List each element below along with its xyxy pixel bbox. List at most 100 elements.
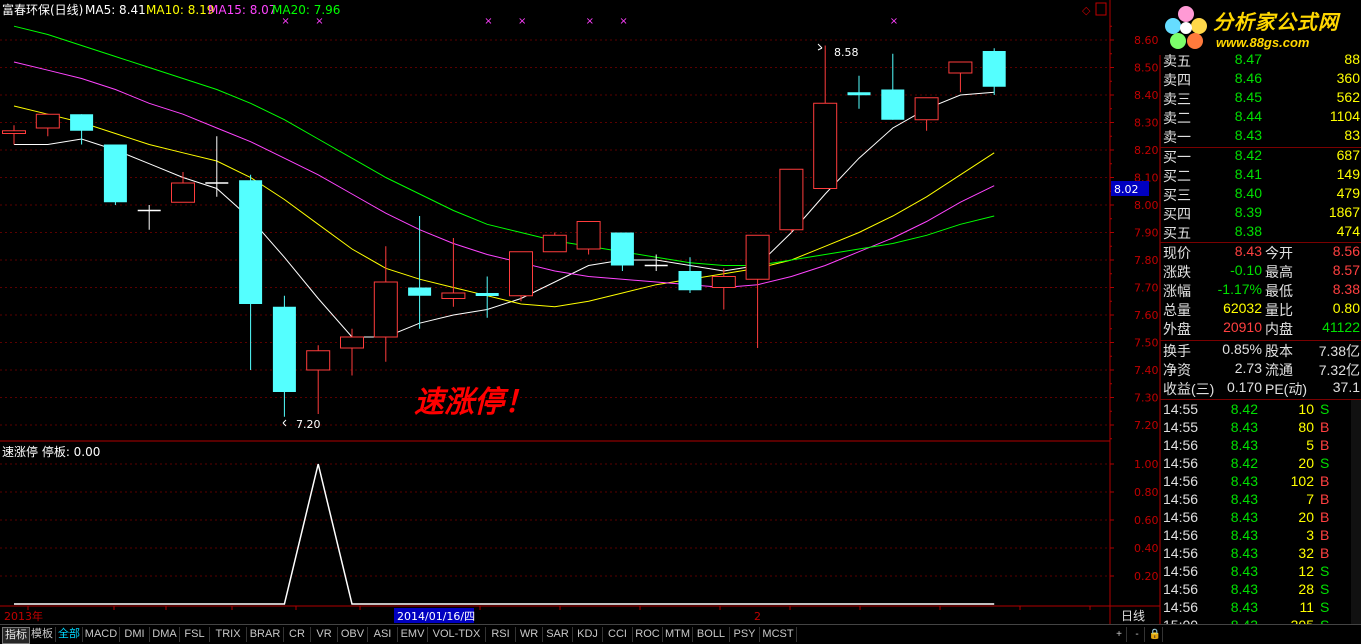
ask-volume: 88 xyxy=(1344,51,1360,67)
tick-price: 8.43 xyxy=(1230,563,1258,579)
bid-price: 8.41 xyxy=(1234,166,1262,182)
bid-price: 8.38 xyxy=(1234,223,1262,239)
toolbar-item-模板[interactable]: 模板 xyxy=(29,627,56,642)
high-arrow-icon xyxy=(817,43,823,51)
quote-value: 2.73 xyxy=(1234,360,1262,376)
candle-body xyxy=(2,130,26,134)
candle-body xyxy=(272,306,296,392)
tick-price: 8.43 xyxy=(1230,473,1258,489)
divider xyxy=(1160,242,1361,243)
quote-value: 8.38 xyxy=(1332,281,1360,297)
tick-volume: 10 xyxy=(1298,401,1314,417)
toolbar-item-psy[interactable]: PSY xyxy=(730,627,760,642)
quote-value: 8.43 xyxy=(1234,243,1262,259)
tick-price: 8.43 xyxy=(1230,437,1258,453)
y-tick-label: 7.80 xyxy=(1134,254,1159,267)
candle-body xyxy=(239,180,263,304)
logo: 分析家公式网 www.88gs.com xyxy=(1158,0,1361,55)
quote-value: -0.10 xyxy=(1230,262,1262,278)
y-tick-label: 8.20 xyxy=(1134,144,1159,157)
toolbar-item-cr[interactable]: CR xyxy=(284,627,311,642)
candle-body xyxy=(982,51,1006,87)
toolbar-item-dma[interactable]: DMA xyxy=(150,627,180,642)
period-label[interactable]: 日线 xyxy=(1121,609,1145,623)
divider xyxy=(1160,399,1361,400)
quote-value: 37.1 xyxy=(1332,379,1360,395)
toolbar-item-emv[interactable]: EMV xyxy=(398,627,428,642)
candle-body xyxy=(542,234,567,253)
ask-price: 8.45 xyxy=(1234,89,1262,105)
y-tick-label: 7.20 xyxy=(1134,419,1159,432)
quote-label: 涨跌 xyxy=(1163,264,1191,280)
y-tick-label: 8.50 xyxy=(1134,62,1159,75)
toolbar-item-macd[interactable]: MACD xyxy=(83,627,120,642)
quote-label: 最高 xyxy=(1265,264,1293,280)
tick-side: S xyxy=(1320,401,1330,417)
tick-time: 14:56 xyxy=(1163,527,1199,543)
toolbar-item-obv[interactable]: OBV xyxy=(338,627,368,642)
plus-button[interactable]: + xyxy=(1112,627,1127,642)
toolbar-item-mtm[interactable]: MTM xyxy=(663,627,693,642)
quote-value: 7.38亿 xyxy=(1318,343,1360,359)
diamond-icon[interactable]: ◇ xyxy=(1082,4,1091,17)
toolbar-item-vr[interactable]: VR xyxy=(311,627,338,642)
signal-marker-icon: × xyxy=(586,16,594,27)
ask-price: 8.47 xyxy=(1234,51,1262,67)
ask-volume: 83 xyxy=(1344,127,1360,143)
toolbar-item-全部[interactable]: 全部 xyxy=(56,627,83,642)
tick-side: B xyxy=(1320,509,1330,525)
signal-marker-icon: × xyxy=(315,16,323,27)
bid-label: 买三 xyxy=(1163,187,1191,203)
toolbar-item-cci[interactable]: CCI xyxy=(603,627,633,642)
lock-button[interactable]: 🔒 xyxy=(1148,627,1163,642)
tick-time: 14:55 xyxy=(1163,419,1199,435)
tick-side: B xyxy=(1320,491,1330,507)
toolbar-item-brar[interactable]: BRAR xyxy=(247,627,284,642)
candle-body xyxy=(847,92,871,96)
y-tick-label: 8.00 xyxy=(1134,199,1159,212)
candle-body xyxy=(745,234,770,280)
kline-chart[interactable]: × × × × × × × 8.608.508.408.308.208.108.007.90… xyxy=(0,0,1361,643)
quote-label: 量比 xyxy=(1265,302,1293,318)
tick-price: 8.43 xyxy=(1230,509,1258,525)
tick-side: S xyxy=(1320,599,1330,615)
candle-body xyxy=(779,168,804,231)
ma10-legend: MA10: 8.19 xyxy=(146,3,214,17)
signal-text: 速涨停！ xyxy=(414,385,534,420)
toolbar-item-wr[interactable]: WR xyxy=(516,627,543,642)
toolbar-item-asi[interactable]: ASI xyxy=(368,627,398,642)
toolbar-item-roc[interactable]: ROC xyxy=(633,627,663,642)
toolbar-item-mcst[interactable]: MCST xyxy=(760,627,797,642)
candle-body xyxy=(441,292,466,299)
tick-volume: 7 xyxy=(1306,491,1314,507)
candle-body xyxy=(171,182,195,203)
minus-button[interactable]: - xyxy=(1130,627,1145,642)
quote-label: 现价 xyxy=(1163,245,1191,261)
tick-scrollbar[interactable] xyxy=(1351,400,1361,624)
signal-marker-icon: × xyxy=(281,16,289,27)
toolbar-item-boll[interactable]: BOLL xyxy=(693,627,730,642)
quote-value: 0.85% xyxy=(1222,341,1262,357)
toolbar-item-kdj[interactable]: KDJ xyxy=(573,627,603,642)
candle-body xyxy=(509,251,533,297)
quote-value: 62032 xyxy=(1223,300,1262,316)
quote-value: 8.57 xyxy=(1332,262,1360,278)
flower-logo-icon xyxy=(1165,6,1207,49)
toolbar-item-trix[interactable]: TRIX xyxy=(210,627,247,642)
ask-price: 8.44 xyxy=(1234,108,1262,124)
toolbar-item-rsi[interactable]: RSI xyxy=(486,627,516,642)
toolbar-item-vol-tdx[interactable]: VOL-TDX xyxy=(428,627,486,642)
toolbar-item-sar[interactable]: SAR xyxy=(543,627,573,642)
toolbar-item-指标[interactable]: 指标 xyxy=(2,627,30,644)
restore-icon[interactable] xyxy=(1095,2,1107,16)
toolbar-item-dmi[interactable]: DMI xyxy=(120,627,150,642)
y-tick-label: 8.30 xyxy=(1134,117,1159,130)
toolbar-item-fsl[interactable]: FSL xyxy=(180,627,210,642)
candle-body xyxy=(103,144,127,203)
y-tick-label: 8.40 xyxy=(1134,89,1159,102)
tick-side: B xyxy=(1320,527,1330,543)
candle-body xyxy=(881,89,905,120)
low-price-label: 7.20 xyxy=(296,418,321,431)
ask-price: 8.43 xyxy=(1234,127,1262,143)
candle-body xyxy=(576,221,601,250)
